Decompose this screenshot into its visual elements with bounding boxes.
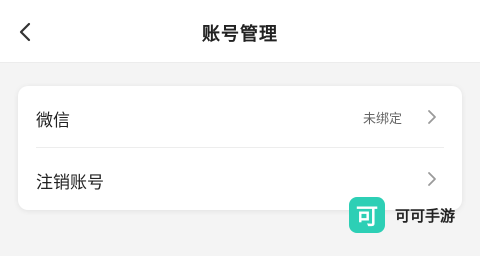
settings-card: 微信 未绑定 注销账号 <box>18 86 462 210</box>
page-title: 账号管理 <box>202 24 278 45</box>
list-item-label: 微信 <box>36 111 70 131</box>
top-bar: 账号管理 <box>0 0 480 63</box>
chevron-right-icon <box>428 172 436 186</box>
chevron-right-icon <box>428 110 436 124</box>
watermark-text: 可可手游 <box>395 206 456 225</box>
watermark-logo: 可 <box>349 197 385 233</box>
account-management-page: 账号管理 微信 未绑定 注销账号 可 可可手游 <box>0 0 480 256</box>
watermark: 可 可可手游 <box>349 196 455 234</box>
list-item-wechat[interactable]: 微信 未绑定 <box>18 86 462 148</box>
list-item-label: 注销账号 <box>36 173 104 193</box>
binding-status: 未绑定 <box>362 112 402 127</box>
